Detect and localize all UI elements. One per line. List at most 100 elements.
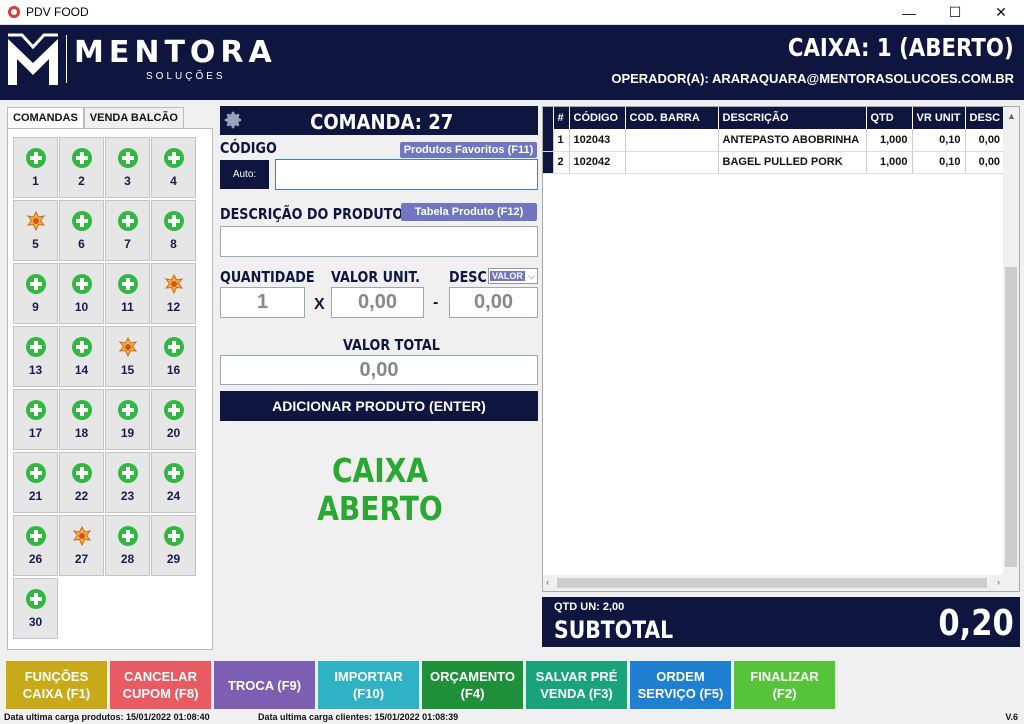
cell-descricao: BAGEL PULLED PORK: [718, 151, 867, 174]
plus-icon: [163, 525, 184, 546]
horizontal-scrollbar[interactable]: ‹ ›: [543, 575, 1003, 591]
table-row[interactable]: 1 102043 ANTEPASTO ABOBRINHA 1,000 0,10 …: [543, 129, 1006, 152]
comanda-13[interactable]: 13: [13, 326, 58, 387]
tab-comandas[interactable]: COMANDAS: [7, 107, 84, 129]
scroll-left-icon[interactable]: ‹: [546, 577, 549, 587]
comanda-9[interactable]: 9: [13, 263, 58, 324]
comanda-number: 3: [124, 173, 131, 188]
cell-desc: 0,00: [965, 151, 1006, 174]
auto-button[interactable]: Auto:: [220, 160, 269, 189]
comanda-29[interactable]: 29: [151, 515, 196, 576]
comanda-24[interactable]: 24: [151, 452, 196, 513]
cell-vr-unit: 0,10: [912, 129, 966, 152]
function-button-6[interactable]: SALVAR PRÉ VENDA (F3): [526, 661, 627, 709]
comanda-23[interactable]: 23: [105, 452, 150, 513]
comanda-number: 27: [74, 551, 89, 566]
horizontal-scroll-thumb[interactable]: [557, 578, 987, 588]
valor-unit-input[interactable]: 0,00: [331, 287, 424, 318]
comanda-27[interactable]: 27: [59, 515, 104, 576]
comanda-20[interactable]: 20: [151, 389, 196, 450]
comanda-10[interactable]: 10: [59, 263, 104, 324]
comanda-number: 16: [166, 362, 181, 377]
col-cod-barra[interactable]: COD. BARRA: [625, 107, 719, 129]
comanda-17[interactable]: 17: [13, 389, 58, 450]
comanda-number: 7: [124, 236, 131, 251]
codigo-input[interactable]: [275, 159, 538, 190]
comanda-22[interactable]: 22: [59, 452, 104, 513]
col-desc[interactable]: DESC: [965, 107, 1006, 129]
comanda-14[interactable]: 14: [59, 326, 104, 387]
comanda-19[interactable]: 19: [105, 389, 150, 450]
function-bar: FUNÇÕES CAIXA (F1) CANCELAR CUPOM (F8) TRO…: [6, 661, 835, 709]
col-descricao[interactable]: DESCRIÇÃO: [718, 107, 867, 129]
comanda-12[interactable]: 12: [151, 263, 196, 324]
comanda-16[interactable]: 16: [151, 326, 196, 387]
col-qtd[interactable]: QTD: [866, 107, 913, 129]
comandas-panel: 1 2 3 4 5 6 7 8 9 10 11 12 13 14 15 16 17 18 19 20 21 22 23 24 2…: [7, 128, 213, 650]
comanda-26[interactable]: 26: [13, 515, 58, 576]
occupied-icon: [72, 525, 92, 546]
comanda-11[interactable]: 11: [105, 263, 150, 324]
comanda-28[interactable]: 28: [105, 515, 150, 576]
comanda-3[interactable]: 3: [105, 137, 150, 198]
tabela-produto-button[interactable]: Tabela Produto (F12): [401, 203, 537, 221]
comanda-1[interactable]: 1: [13, 137, 58, 198]
comanda-number: 30: [28, 614, 43, 629]
subtotal-value: 0,20: [938, 603, 1014, 644]
valor-unit-label: VALOR UNIT.: [331, 268, 421, 286]
function-button-5[interactable]: ORÇAMENTO (F4): [422, 661, 523, 709]
comanda-4[interactable]: 4: [151, 137, 196, 198]
comanda-2[interactable]: 2: [59, 137, 104, 198]
left-tabs: COMANDAS VENDA BALCÃO: [7, 107, 184, 129]
plus-icon: [25, 147, 46, 168]
scroll-up-icon[interactable]: ▲: [1007, 111, 1016, 121]
comanda-number: 9: [32, 299, 39, 314]
desc-type-select[interactable]: VALOR ⌵: [488, 268, 538, 284]
table-row[interactable]: 2 102042 BAGEL PULLED PORK 1,000 0,10 0,…: [543, 151, 1006, 174]
comanda-number: 17: [28, 425, 43, 440]
scroll-right-icon[interactable]: ›: [997, 577, 1000, 587]
function-button-7[interactable]: ORDEM SERVIÇO (F5): [630, 661, 731, 709]
comanda-21[interactable]: 21: [13, 452, 58, 513]
close-button[interactable]: ✕: [978, 0, 1024, 25]
function-button-2[interactable]: CANCELAR CUPOM (F8): [110, 661, 211, 709]
vertical-scrollbar[interactable]: ▲: [1003, 107, 1019, 591]
operador-label: OPERADOR(A): ARARAQUARA@MENTORASOLUCOES.…: [611, 71, 1014, 86]
cell-cod-barra: [625, 151, 719, 174]
comanda-18[interactable]: 18: [59, 389, 104, 450]
function-button-8[interactable]: FINALIZAR (F2): [734, 661, 835, 709]
cell-codigo: 102043: [569, 129, 626, 152]
cell-index: 1: [553, 129, 570, 152]
comanda-8[interactable]: 8: [151, 200, 196, 261]
plus-icon: [117, 462, 138, 483]
maximize-button[interactable]: ☐: [932, 0, 978, 25]
function-button-4[interactable]: IMPORTAR (F10): [318, 661, 419, 709]
cell-desc: 0,00: [965, 129, 1006, 152]
minimize-button[interactable]: —: [886, 0, 932, 25]
comanda-number: 26: [28, 551, 43, 566]
descricao-input[interactable]: [220, 226, 538, 257]
function-button-1[interactable]: FUNÇÕES CAIXA (F1): [6, 661, 107, 709]
tab-venda-balcao[interactable]: VENDA BALCÃO: [83, 107, 184, 129]
function-button-3[interactable]: TROCA (F9): [214, 661, 315, 709]
cell-codigo: 102042: [569, 151, 626, 174]
desc-input[interactable]: 0,00: [449, 287, 538, 318]
col-vr-unit[interactable]: VR UNIT: [912, 107, 966, 129]
comanda-6[interactable]: 6: [59, 200, 104, 261]
col-index[interactable]: #: [553, 107, 570, 129]
window-titlebar: PDV FOOD — ☐ ✕: [0, 0, 1024, 25]
vertical-scroll-thumb[interactable]: [1005, 267, 1017, 567]
comanda-7[interactable]: 7: [105, 200, 150, 261]
comanda-5[interactable]: 5: [13, 200, 58, 261]
comanda-15[interactable]: 15: [105, 326, 150, 387]
produtos-favoritos-button[interactable]: Produtos Favoritos (F11): [400, 142, 537, 158]
adicionar-produto-button[interactable]: ADICIONAR PRODUTO (ENTER): [220, 391, 538, 421]
quantidade-input[interactable]: 1: [220, 287, 305, 318]
plus-icon: [71, 462, 92, 483]
comanda-30[interactable]: 30: [13, 578, 58, 639]
plus-icon: [117, 210, 138, 231]
function-button-label: ORDEM SERVIÇO (F5): [637, 669, 724, 701]
col-codigo[interactable]: CÓDIGO: [569, 107, 626, 129]
row-selector: [543, 151, 554, 174]
comanda-number: 21: [28, 488, 43, 503]
